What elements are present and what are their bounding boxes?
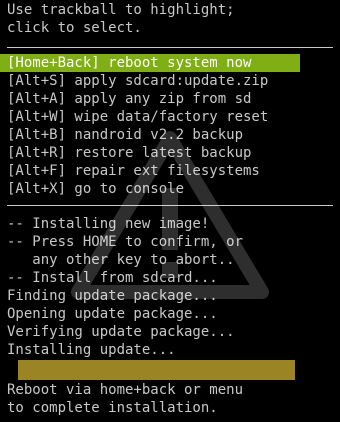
log-line: Finding update package... [7,288,218,304]
instruction-line-2: click to select. [7,20,142,36]
divider-middle [7,205,333,206]
menu-item-wipe-data[interactable]: [Alt+W] wipe data/factory reset [0,108,340,126]
log-line: Installing update... [7,342,176,358]
menu-item-console[interactable]: [Alt+X] go to console [0,180,340,198]
recovery-screen: Use trackball to highlight; click to sel… [0,0,340,422]
log-line: -- Install from sdcard... [7,270,218,286]
instructions: Use trackball to highlight; click to sel… [0,1,340,37]
completion-message: Reboot via home+back or menu to complete… [0,381,340,417]
completion-line-2: to complete installation. [7,400,218,416]
completion-line-1: Reboot via home+back or menu [7,382,244,398]
install-progress-bar [18,360,295,380]
menu-item-nandroid-backup[interactable]: [Alt+B] nandroid v2.2 backup [0,126,340,144]
install-log: -- Installing new image! -- Press HOME t… [0,215,340,359]
menu-item-repair-ext[interactable]: [Alt+F] repair ext filesystems [0,162,340,180]
recovery-menu: [Home+Back] reboot system now [Alt+S] ap… [0,54,340,198]
log-line: -- Installing new image! [7,216,210,232]
divider-top [7,47,333,48]
menu-item-reboot[interactable]: [Home+Back] reboot system now [0,54,300,72]
install-progress-fill [18,360,295,380]
menu-item-apply-update-zip[interactable]: [Alt+S] apply sdcard:update.zip [0,72,340,90]
log-line: any other key to abort.. [7,252,235,268]
menu-item-apply-any-zip[interactable]: [Alt+A] apply any zip from sd [0,90,340,108]
log-line: Opening update package... [7,306,218,322]
menu-item-restore-backup[interactable]: [Alt+R] restore latest backup [0,144,340,162]
log-line: -- Press HOME to confirm, or [7,234,244,250]
log-line: Verifying update package... [7,324,235,340]
instruction-line-1: Use trackball to highlight; [7,2,235,18]
